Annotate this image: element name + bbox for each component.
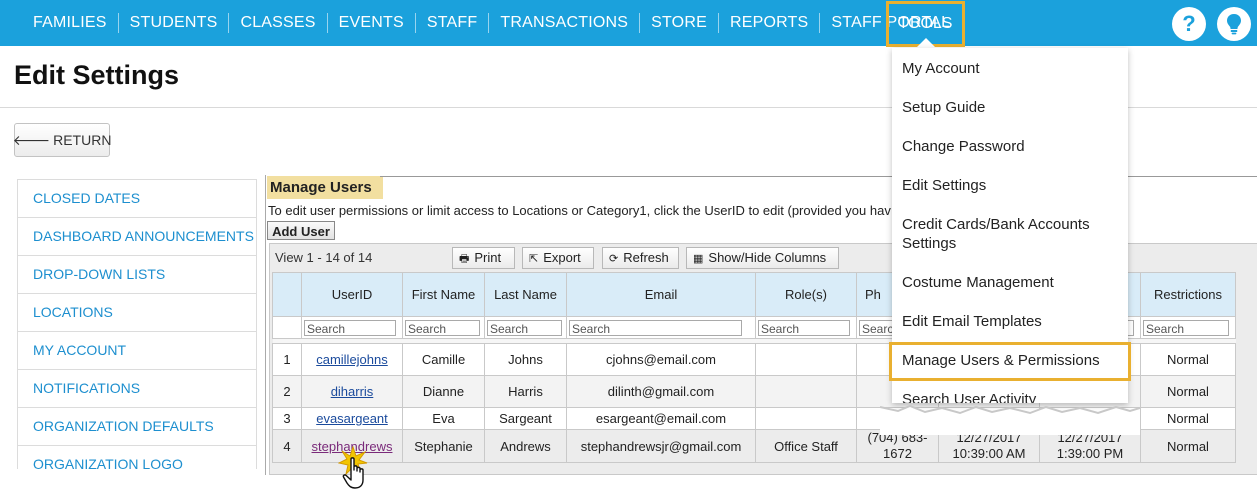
role-cell	[755, 375, 857, 408]
sidebar-item-organization-defaults[interactable]: ORGANIZATION DEFAULTS	[18, 408, 256, 446]
userid-link[interactable]: evasargeant	[301, 407, 403, 430]
col-restrictions[interactable]: Restrictions	[1140, 272, 1236, 317]
last-name-cell: Sargeant	[484, 407, 567, 430]
export-label: Export	[543, 250, 581, 265]
col-email[interactable]: Email	[566, 272, 756, 317]
email-cell: cjohns@email.com	[566, 343, 756, 376]
manage-users-permissions-label: Manage Users & Permissions	[902, 352, 1100, 369]
restrictions-cell: Normal	[1140, 407, 1236, 430]
return-button-label: RETURN	[53, 132, 112, 148]
settings-sidebar: CLOSED DATES DASHBOARD ANNOUNCEMENTS DRO…	[17, 179, 257, 469]
export-button[interactable]: ⇱ Export	[522, 247, 594, 269]
userid-link[interactable]: camillejohns	[301, 343, 403, 376]
sidebar-item-organization-logo[interactable]: ORGANIZATION LOGO	[18, 446, 256, 469]
first-name-cell: Camille	[402, 343, 485, 376]
add-user-button[interactable]: Add User	[267, 221, 335, 240]
columns-icon: ▦	[693, 253, 704, 265]
show-hide-label: Show/Hide Columns	[708, 250, 827, 265]
email-cell: stephandrewsjr@gmail.com	[566, 429, 756, 463]
role-cell	[755, 407, 857, 430]
userid-link[interactable]: diharris	[301, 375, 403, 408]
row-number: 2	[272, 375, 302, 408]
nav-item-families[interactable]: FAMILIES	[22, 13, 119, 33]
sidebar-item-drop-down-lists[interactable]: DROP-DOWN LISTS	[18, 256, 256, 294]
col-last-name[interactable]: Last Name	[484, 272, 567, 317]
lightbulb-icon	[1227, 14, 1241, 35]
menu-item-costume-management[interactable]: Costume Management	[902, 273, 1054, 292]
restrictions-cell: Normal	[1140, 375, 1236, 408]
show-hide-columns-button[interactable]: ▦ Show/Hide Columns	[686, 247, 839, 269]
nav-item-events[interactable]: EVENTS	[328, 13, 416, 33]
menu-item-edit-email-templates[interactable]: Edit Email Templates	[902, 312, 1042, 331]
sidebar-item-locations[interactable]: LOCATIONS	[18, 294, 256, 332]
role-cell: Office Staff	[755, 429, 857, 463]
menu-item-setup-guide[interactable]: Setup Guide	[902, 98, 985, 117]
last-name-cell: Harris	[484, 375, 567, 408]
search-cell-empty	[272, 316, 302, 339]
row-number: 1	[272, 343, 302, 376]
sidebar-item-notifications[interactable]: NOTIFICATIONS	[18, 370, 256, 408]
nav-item-tools-label: TOOLS	[898, 15, 953, 32]
nav-item-reports[interactable]: REPORTS	[719, 13, 821, 33]
sidebar-item-closed-dates[interactable]: CLOSED DATES	[18, 180, 256, 218]
role-cell	[755, 343, 857, 376]
menu-pointer	[917, 38, 935, 47]
email-cell: dilinth@gmail.com	[566, 375, 756, 408]
question-icon: ?	[1182, 11, 1196, 36]
restrictions-cell: Normal	[1140, 343, 1236, 376]
first-name-cell: Stephanie	[402, 429, 485, 463]
search-input-roles[interactable]: Search	[758, 319, 850, 336]
menu-item-edit-settings[interactable]: Edit Settings	[902, 176, 986, 195]
top-navigation-bar: FAMILIES STUDENTS CLASSES EVENTS STAFF T…	[0, 0, 1257, 47]
sidebar-item-dashboard-announcements[interactable]: DASHBOARD ANNOUNCEMENTS	[18, 218, 256, 256]
row-number: 4	[272, 429, 302, 463]
search-input-restrictions[interactable]: Search	[1143, 319, 1230, 336]
export-icon: ⇱	[529, 253, 539, 265]
first-name-cell: Dianne	[402, 375, 485, 408]
menu-item-change-password[interactable]: Change Password	[902, 137, 1025, 156]
sidebar-item-my-account[interactable]: MY ACCOUNT	[18, 332, 256, 370]
help-button[interactable]: ?	[1172, 7, 1206, 41]
nav-item-staff[interactable]: STAFF	[416, 13, 490, 33]
page-title: Edit Settings	[14, 60, 180, 90]
ideas-button[interactable]	[1217, 7, 1251, 41]
first-name-cell: Eva	[402, 407, 485, 430]
torn-edge-effect	[880, 404, 1140, 435]
nav-item-students[interactable]: STUDENTS	[119, 13, 230, 33]
print-label: Print	[474, 250, 502, 265]
print-button[interactable]: 🖶 Print	[452, 247, 515, 269]
menu-item-my-account[interactable]: My Account	[902, 59, 980, 78]
manage-users-description: To edit user permissions or limit access…	[268, 203, 891, 218]
nav-item-transactions[interactable]: TRANSACTIONS	[489, 13, 641, 33]
last-name-cell: Johns	[484, 343, 567, 376]
view-count: View 1 - 14 of 14	[275, 250, 373, 265]
refresh-icon: ⟳	[609, 253, 619, 265]
search-input-first-name[interactable]: Search	[405, 319, 480, 336]
hand-cursor-icon	[342, 457, 364, 489]
arrow-left-icon: 🡐	[12, 131, 51, 148]
nav-menu: FAMILIES STUDENTS CLASSES EVENTS STAFF T…	[22, 0, 961, 46]
manage-users-title: Manage Users	[267, 176, 383, 199]
nav-item-store[interactable]: STORE	[640, 13, 719, 33]
refresh-label: Refresh	[623, 250, 669, 265]
restrictions-cell: Normal	[1140, 429, 1236, 463]
col-first-name[interactable]: First Name	[402, 272, 485, 317]
last-name-cell: Andrews	[484, 429, 567, 463]
row-number: 3	[272, 407, 302, 430]
printer-icon: 🖶	[459, 253, 470, 265]
nav-item-classes[interactable]: CLASSES	[229, 13, 328, 33]
search-input-last-name[interactable]: Search	[487, 319, 562, 336]
return-button[interactable]: 🡐 RETURN	[12, 123, 112, 157]
col-roles[interactable]: Role(s)	[755, 272, 857, 317]
search-input-userid[interactable]: Search	[304, 319, 396, 336]
search-input-email[interactable]: Search	[569, 319, 742, 336]
refresh-button[interactable]: ⟳ Refresh	[602, 247, 679, 269]
menu-item-credit-cards-settings[interactable]: Credit Cards/Bank Accounts Settings	[902, 215, 1112, 253]
col-userid[interactable]: UserID	[301, 272, 403, 317]
col-row-number	[272, 272, 302, 317]
email-cell: esargeant@email.com	[566, 407, 756, 430]
